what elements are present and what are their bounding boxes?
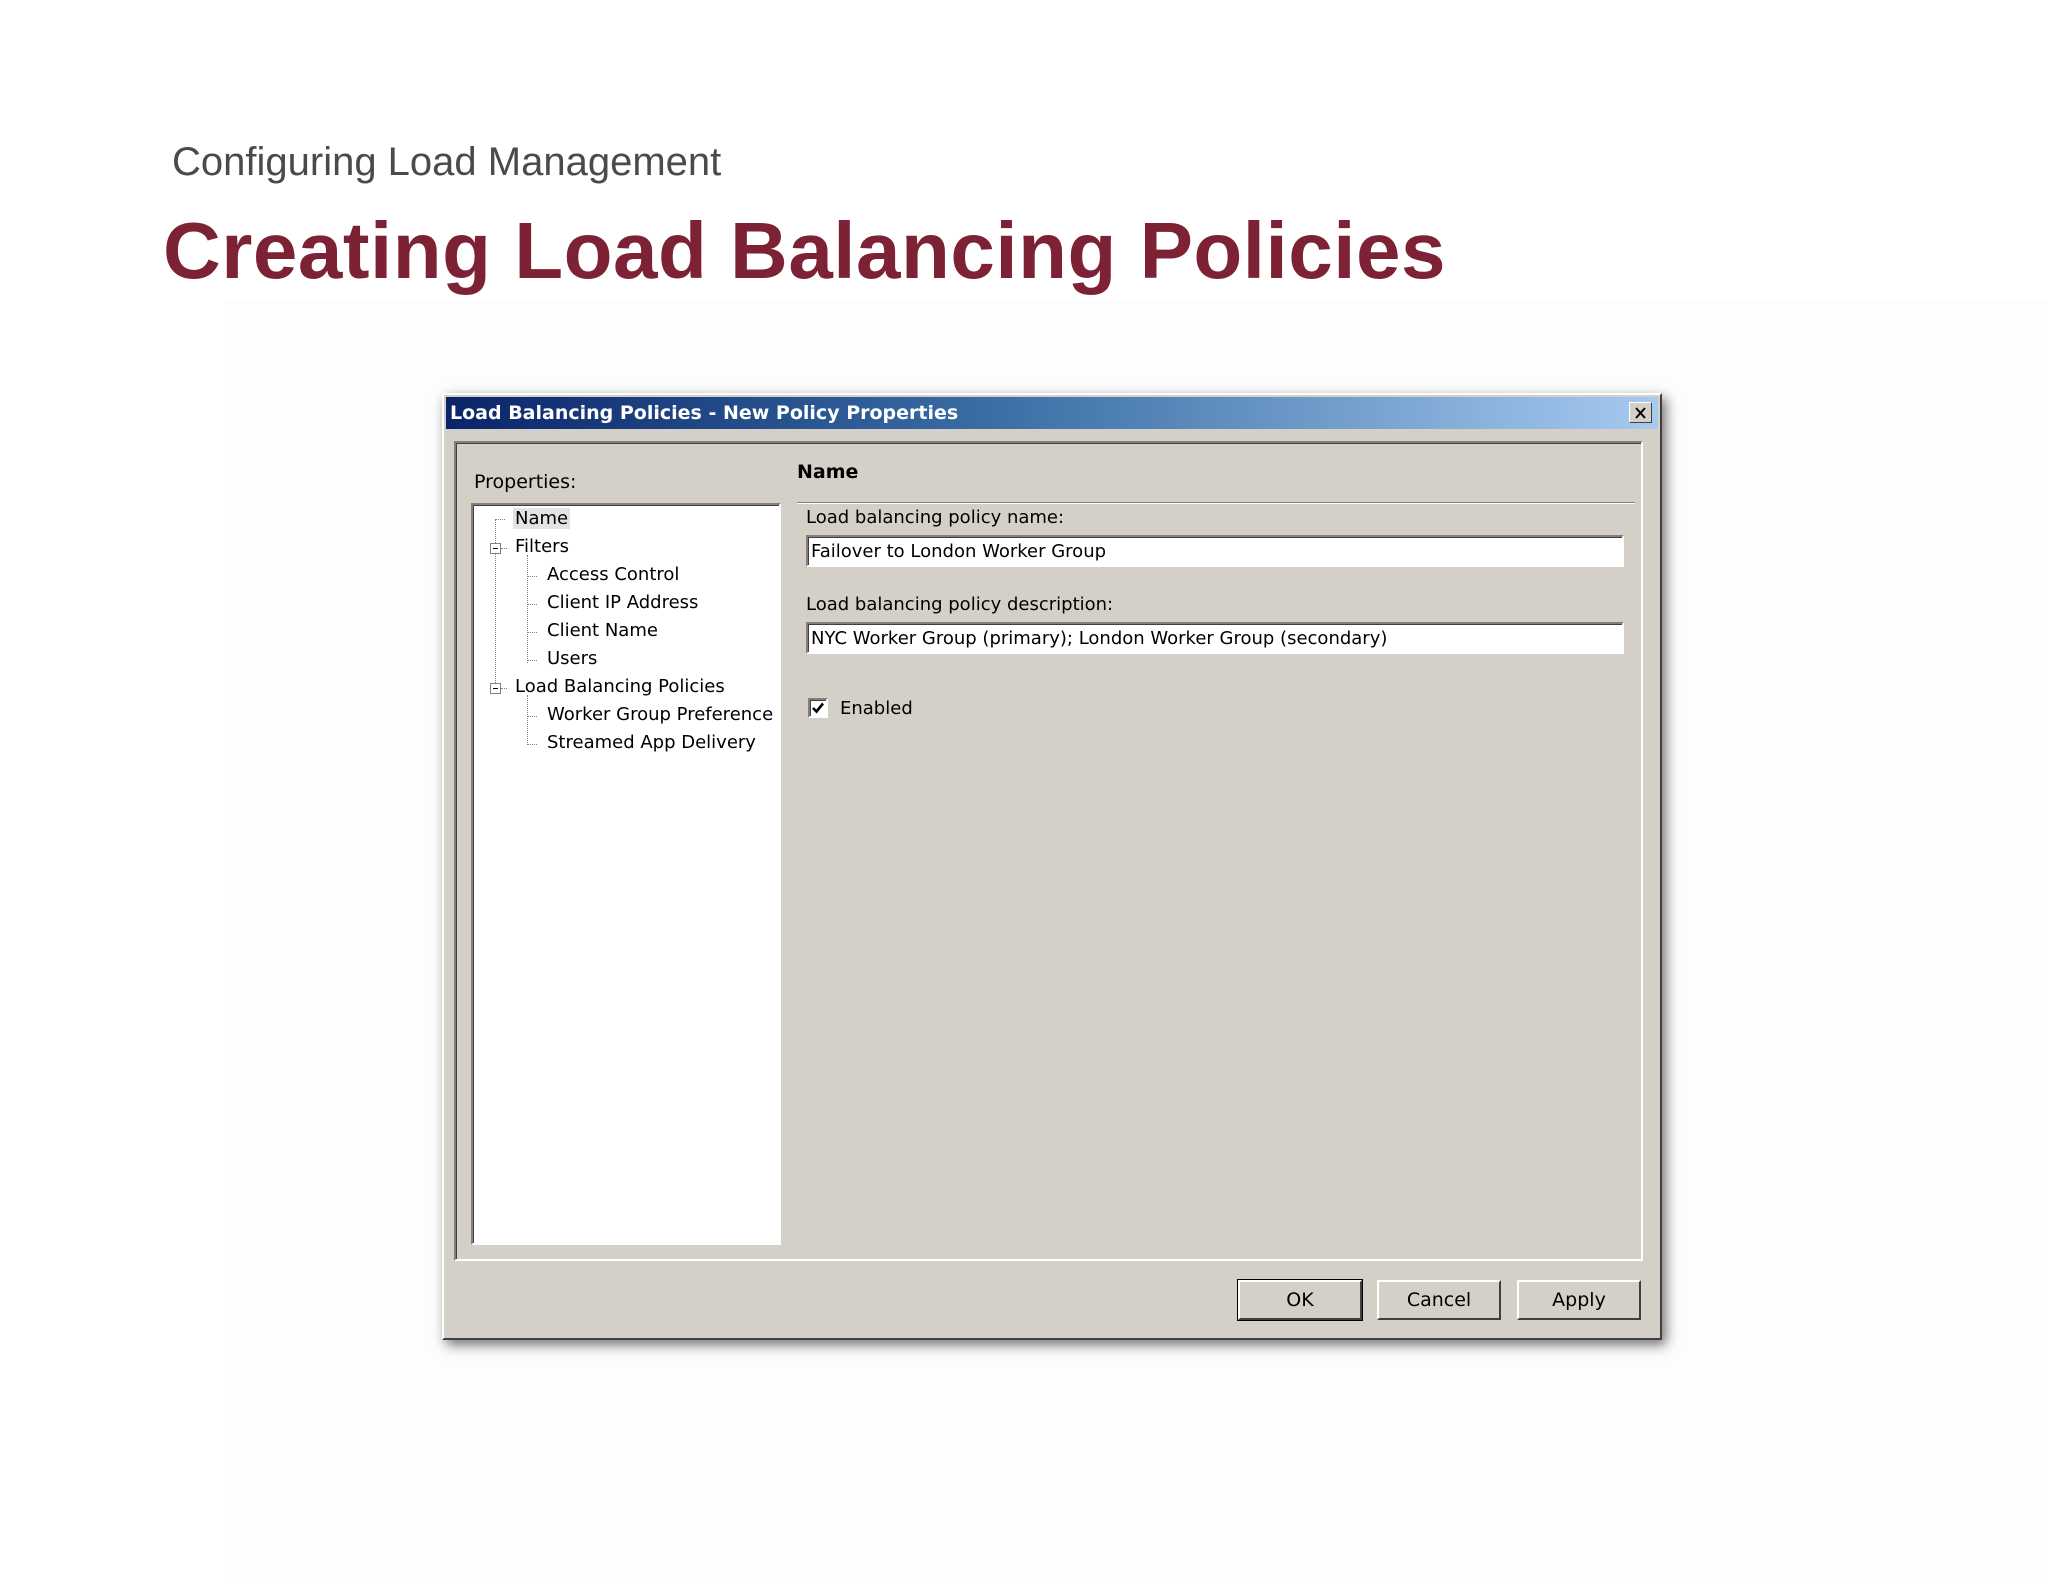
policy-name-label: Load balancing policy name: [806,507,1065,528]
tree-item-label: Worker Group Preference [547,704,774,725]
tree-item-streamed-app-delivery[interactable]: Streamed App Delivery [547,732,756,754]
tree-item-load-balancing-policies[interactable]: Load Balancing Policies [515,676,725,698]
tree-item-client-ip-address[interactable]: Client IP Address [547,592,698,614]
dialog-titlebar[interactable]: Load Balancing Policies - New Policy Pro… [446,397,1658,429]
tree-item-worker-group-preference[interactable]: Worker Group Preference [547,704,773,726]
checkmark-icon [812,702,825,714]
tree-item-label: Client IP Address [547,592,699,613]
tree-connector [527,660,537,661]
section-divider [797,502,1635,504]
tree-item-label: Filters [515,536,569,557]
tree-item-name[interactable]: Name [513,508,571,530]
tree-connector [501,548,507,549]
dialog-title: Load Balancing Policies - New Policy Pro… [450,402,959,424]
filters-expander-icon[interactable] [490,543,501,554]
properties-label: Properties: [474,471,577,493]
policy-description-input[interactable]: NYC Worker Group (primary); London Worke… [806,622,1624,654]
tree-item-label: Load Balancing Policies [515,676,725,697]
close-button[interactable] [1629,402,1652,423]
tree-item-label: Users [547,648,598,669]
tree-item-label: Streamed App Delivery [547,732,756,753]
slide-title: Creating Load Balancing Policies [163,206,1446,295]
load-balancing-policies-expander-icon[interactable] [490,683,501,694]
tree-item-label: Name [513,508,571,529]
tree-connector [527,716,537,717]
tree-connector [527,632,537,633]
tree-item-client-name[interactable]: Client Name [547,620,658,642]
policy-description-label: Load balancing policy description: [806,594,1114,615]
slide-subtitle: Configuring Load Management [172,140,722,184]
section-title: Name [797,461,859,483]
tree-connector [501,688,507,689]
tree-connector [527,695,528,745]
tree-connector [527,555,528,663]
apply-button[interactable]: Apply [1517,1280,1641,1320]
tree-connector [495,519,505,520]
tree-connector [527,604,537,605]
policy-properties-dialog: Load Balancing Policies - New Policy Pro… [442,393,1662,1340]
tree-item-label: Client Name [547,620,658,641]
enabled-label: Enabled [840,698,913,719]
cancel-button[interactable]: Cancel [1377,1280,1501,1320]
properties-tree[interactable]: Name Filters Access Control Client IP Ad… [471,503,781,1245]
close-icon [1635,406,1646,419]
tree-connector [527,744,537,745]
tree-item-access-control[interactable]: Access Control [547,564,679,586]
policy-name-input[interactable]: Failover to London Worker Group [806,535,1624,567]
tree-connector [527,576,537,577]
tree-item-label: Access Control [547,564,680,585]
tree-item-users[interactable]: Users [547,648,597,670]
tree-item-filters[interactable]: Filters [515,536,569,558]
ok-button[interactable]: OK [1237,1279,1363,1321]
enabled-checkbox[interactable] [808,698,828,718]
